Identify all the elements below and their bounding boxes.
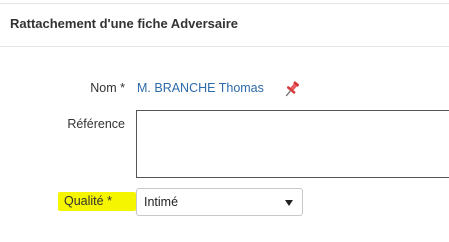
panel-title: Rattachement d'une fiche Adversaire (10, 16, 239, 31)
nom-label: Nom * (90, 81, 125, 95)
title-divider (0, 46, 449, 47)
nom-link[interactable]: M. BRANCHE Thomas (137, 81, 264, 95)
pin-icon[interactable] (282, 79, 302, 99)
qualite-select[interactable]: Intimé (136, 188, 303, 216)
top-divider (0, 3, 449, 4)
reference-textarea[interactable] (136, 110, 449, 178)
qualite-label: Qualité * (58, 192, 136, 211)
qualite-selected-value: Intimé (144, 195, 179, 209)
chevron-down-icon (285, 200, 293, 206)
reference-label: Référence (67, 117, 125, 131)
